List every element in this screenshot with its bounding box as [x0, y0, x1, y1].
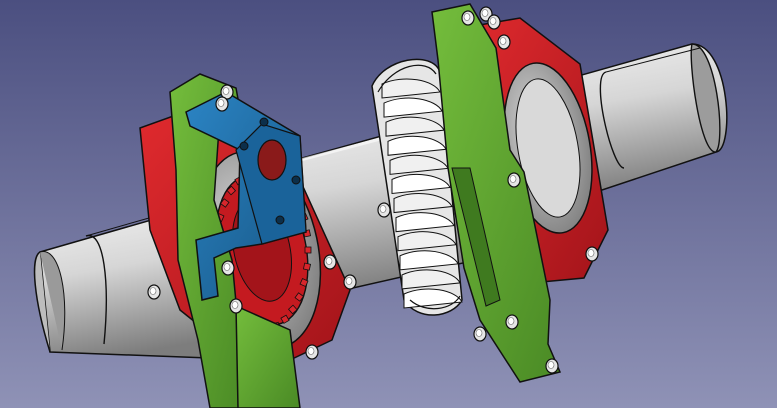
bolt [229, 298, 243, 314]
bolt [221, 260, 235, 276]
bolt [305, 344, 319, 360]
bolt [461, 10, 475, 26]
gear-tooth [302, 262, 312, 271]
bolt [323, 254, 337, 270]
bolt [147, 284, 161, 300]
bolt [473, 326, 487, 342]
cad-model-view[interactable] [0, 0, 777, 408]
bolt [377, 202, 391, 218]
bolt [505, 314, 519, 330]
bolt [497, 34, 511, 50]
motor-shaft-hole [257, 139, 287, 181]
bolt [343, 274, 357, 290]
3d-viewport[interactable] [0, 0, 777, 408]
gear-tooth [304, 246, 312, 254]
bolt [215, 96, 229, 112]
bolt [545, 358, 559, 374]
bolt [507, 172, 521, 188]
bolt [487, 14, 501, 30]
bolt [585, 246, 599, 262]
